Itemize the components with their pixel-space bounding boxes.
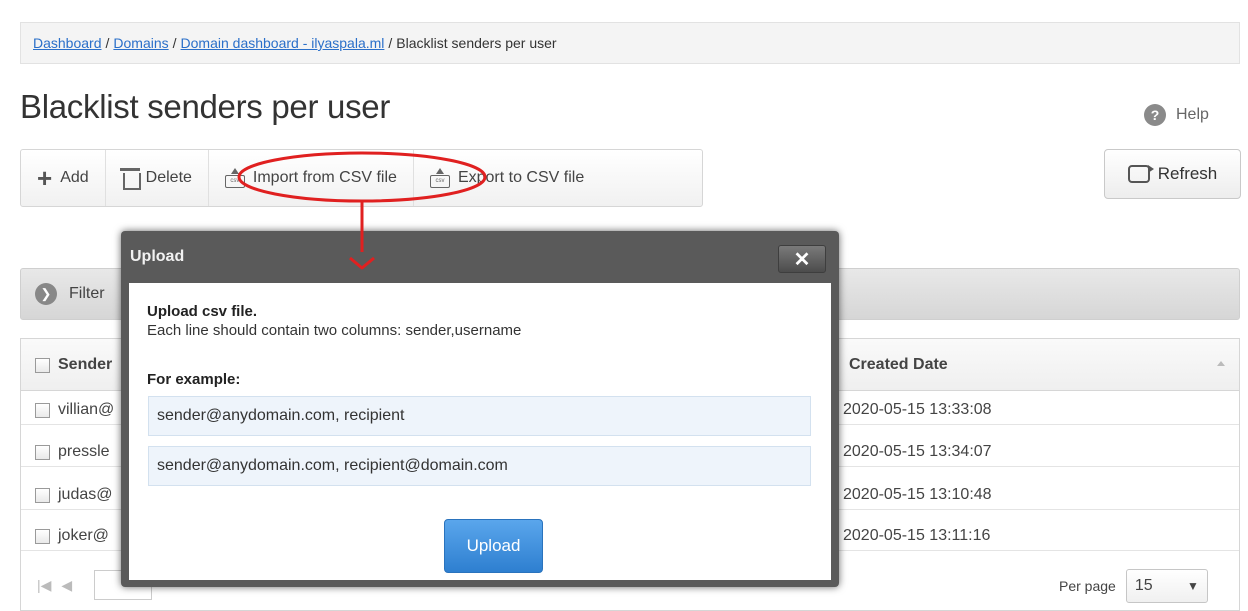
filter-label: Filter — [69, 285, 105, 302]
select-all-checkbox[interactable] — [35, 357, 50, 373]
trash-icon — [119, 168, 141, 190]
row-sender: pressle — [58, 443, 110, 460]
upload-description: Each line should contain two columns: se… — [147, 322, 522, 339]
refresh-label: Refresh — [1157, 164, 1218, 183]
close-icon: ✕ — [793, 248, 811, 271]
breadcrumb: Dashboard / Domains / Domain dashboard -… — [20, 22, 1240, 64]
page-title: Blacklist senders per user — [20, 88, 391, 125]
chevron-down-icon: ▼ — [1186, 579, 1199, 593]
breadcrumb-separator: / — [172, 35, 177, 51]
prev-page-icon[interactable]: ◀ — [61, 577, 72, 594]
row-sender: joker@ — [58, 527, 109, 544]
help-label: Help — [1176, 106, 1209, 123]
row-checkbox[interactable] — [35, 402, 50, 418]
csv-upload-icon: csv — [224, 168, 245, 188]
breadcrumb-separator: / — [105, 35, 110, 51]
dialog-body: Upload csv file. Each line should contai… — [129, 283, 831, 580]
help-icon: ? — [1144, 104, 1166, 126]
row-created-date: 2020-05-15 13:34:07 — [843, 443, 992, 460]
per-page-control: Per page 15 ▼ — [1059, 569, 1208, 603]
example-line: sender@anydomain.com, recipient@domain.c… — [148, 446, 811, 486]
example-heading: For example: — [147, 371, 241, 388]
close-button[interactable]: ✕ — [778, 245, 826, 273]
refresh-button[interactable]: Refresh — [1104, 149, 1241, 199]
row-checkbox[interactable] — [35, 528, 50, 544]
row-checkbox[interactable] — [35, 487, 50, 503]
add-label: Add — [60, 169, 89, 186]
csv-export-icon: csv — [429, 168, 450, 188]
per-page-select[interactable]: 15 ▼ — [1125, 569, 1208, 603]
breadcrumb-link-domains[interactable]: Domains — [113, 35, 168, 51]
dialog-title: Upload — [130, 248, 185, 265]
export-label: Export to CSV file — [457, 169, 585, 186]
delete-button[interactable]: Delete — [106, 150, 209, 206]
upload-dialog: Upload ✕ Upload csv file. Each line shou… — [121, 231, 839, 587]
row-checkbox[interactable] — [35, 444, 50, 460]
delete-label: Delete — [145, 169, 192, 186]
chevron-right-icon: ❯ — [35, 283, 57, 305]
toolbar: + Add Delete csv Import from CSV file cs… — [20, 149, 703, 207]
breadcrumb-link-domain-dashboard[interactable]: Domain dashboard - ilyaspala.ml — [181, 35, 385, 51]
column-label-created-date: Created Date — [849, 356, 948, 373]
column-header-sender[interactable]: Sender — [35, 339, 112, 391]
breadcrumb-separator: / — [388, 35, 393, 51]
import-label: Import from CSV file — [252, 169, 397, 186]
add-button[interactable]: + Add — [21, 150, 106, 206]
column-header-created-date[interactable]: Created Date — [849, 339, 948, 391]
breadcrumb-link-dashboard[interactable]: Dashboard — [33, 35, 102, 51]
column-label-sender: Sender — [58, 356, 113, 373]
example-line: sender@anydomain.com, recipient — [148, 396, 811, 436]
per-page-label: Per page — [1059, 578, 1116, 594]
help-link[interactable]: ? Help — [1144, 104, 1209, 126]
row-sender: villian@ — [58, 401, 115, 418]
row-created-date: 2020-05-15 13:10:48 — [843, 486, 992, 503]
row-created-date: 2020-05-15 13:33:08 — [843, 401, 992, 418]
sort-caret-icon[interactable] — [1217, 361, 1225, 366]
upload-heading: Upload csv file. — [147, 303, 258, 320]
row-sender: judas@ — [58, 486, 113, 503]
import-csv-button[interactable]: csv Import from CSV file — [209, 150, 414, 206]
first-page-icon[interactable]: |◀ — [37, 577, 51, 594]
row-created-date: 2020-05-15 13:11:16 — [843, 527, 991, 544]
export-csv-button[interactable]: csv Export to CSV file — [414, 150, 600, 206]
per-page-value: 15 — [1134, 577, 1153, 594]
refresh-icon — [1127, 165, 1154, 183]
breadcrumb-current: Blacklist senders per user — [396, 35, 557, 51]
upload-button[interactable]: Upload — [444, 519, 543, 573]
plus-icon: + — [37, 163, 53, 193]
